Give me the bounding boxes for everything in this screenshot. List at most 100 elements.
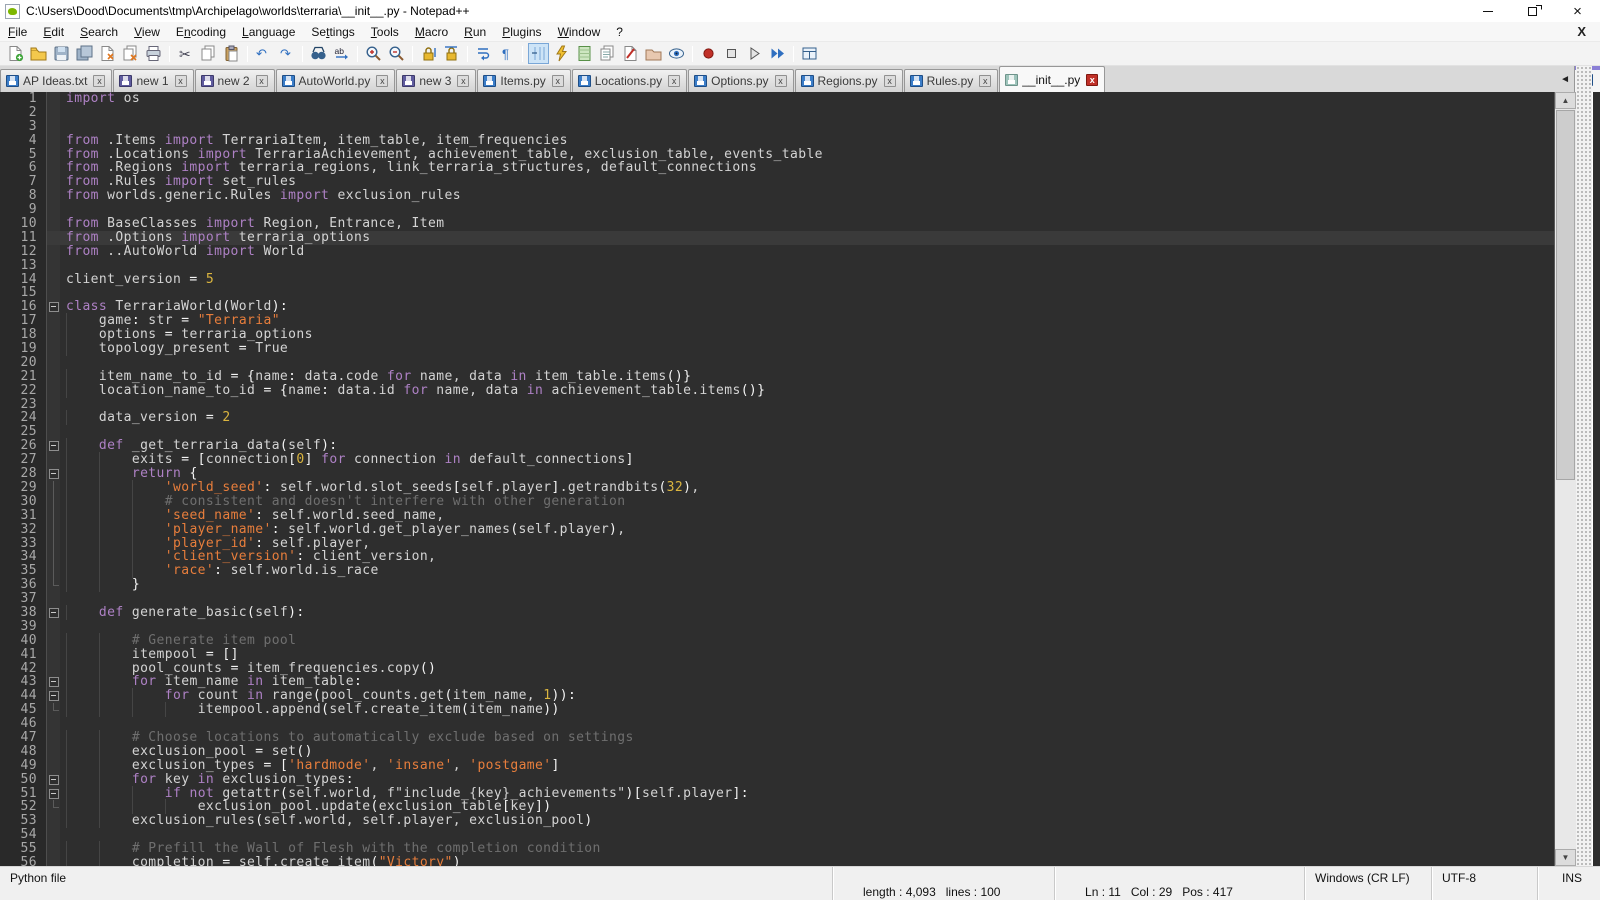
show-all-characters-icon[interactable]: ¶ — [496, 43, 517, 64]
vertical-scrollbar[interactable]: ▲ ▼ — [1554, 92, 1576, 866]
replace-icon[interactable]: ab — [331, 43, 352, 64]
menu-plugins[interactable]: Plugins — [494, 23, 549, 41]
tab-label: Locations.py — [595, 74, 662, 88]
macro-play-icon[interactable] — [744, 43, 765, 64]
code-text: # Generate item pool — [60, 634, 1554, 648]
open-file-icon[interactable] — [28, 43, 49, 64]
tab-new-3[interactable]: new 3x — [396, 69, 476, 92]
toolbar-separator — [357, 46, 358, 62]
close-icon[interactable] — [97, 43, 118, 64]
scroll-down-arrow[interactable]: ▼ — [1555, 849, 1576, 866]
tab-locations-py[interactable]: Locations.py x — [572, 69, 687, 92]
tab-close-icon[interactable]: x — [552, 75, 564, 87]
tab-close-icon[interactable]: x — [256, 75, 268, 87]
code-line: 5from .Locations import TerrariaAchievem… — [0, 148, 1554, 162]
code-line: 38 def generate_basic(self): — [0, 606, 1554, 620]
sync-scroll-horizontal-icon[interactable] — [441, 43, 462, 64]
fold-margin — [46, 342, 60, 356]
tab-close-icon[interactable]: x — [884, 75, 896, 87]
tab-ap-ideas-txt[interactable]: AP Ideas.txtx — [0, 69, 112, 92]
tab-close-icon[interactable]: x — [457, 75, 469, 87]
zoom-out-icon[interactable] — [386, 43, 407, 64]
close-all-icon[interactable] — [120, 43, 141, 64]
fold-collapse-icon[interactable] — [46, 787, 60, 801]
fold-collapse-icon[interactable] — [46, 689, 60, 703]
undo-icon[interactable]: ↶ — [253, 43, 274, 64]
status-eol-format[interactable]: Windows (CR LF) — [1305, 867, 1432, 900]
cut-icon[interactable]: ✂ — [175, 43, 196, 64]
menu-search[interactable]: Search — [72, 23, 126, 41]
fold-collapse-icon[interactable] — [46, 467, 60, 481]
menu-language[interactable]: Language — [234, 23, 303, 41]
indent-guide-icon[interactable] — [528, 43, 549, 64]
copy-icon[interactable] — [198, 43, 219, 64]
print-icon[interactable] — [143, 43, 164, 64]
close-button[interactable]: × — [1555, 0, 1600, 22]
panel-close-x-icon[interactable]: X — [1577, 24, 1586, 39]
sync-scroll-vertical-icon[interactable] — [418, 43, 439, 64]
tab-scroll-left-arrow[interactable]: ◄ — [1556, 74, 1574, 85]
code-editor[interactable]: 1import os234from .Items import Terraria… — [0, 92, 1554, 866]
fold-collapse-icon[interactable] — [46, 773, 60, 787]
menu-tools[interactable]: Tools — [363, 23, 407, 41]
tab-close-icon[interactable]: x — [979, 75, 991, 87]
menu-[interactable]: ? — [608, 23, 631, 41]
paste-icon[interactable] — [221, 43, 242, 64]
status-insert-mode[interactable]: INS — [1538, 867, 1600, 900]
folder-workspace-icon[interactable] — [643, 43, 664, 64]
code-line: 42 pool_counts = item_frequencies.copy() — [0, 662, 1554, 676]
new-file-icon[interactable] — [5, 43, 26, 64]
macro-stop-icon[interactable] — [721, 43, 742, 64]
document-list-icon[interactable] — [597, 43, 618, 64]
tab-close-icon[interactable]: x — [668, 75, 680, 87]
code-line: 17 game: str = "Terraria" — [0, 314, 1554, 328]
tab-rules-py[interactable]: Rules.pyx — [904, 69, 999, 92]
monitoring-eye-icon[interactable] — [666, 43, 687, 64]
line-number: 34 — [0, 550, 46, 564]
maximize-button[interactable] — [1510, 0, 1555, 22]
fold-collapse-icon[interactable] — [46, 439, 60, 453]
tab--init-py[interactable]: __init__.pyx — [999, 66, 1105, 92]
tab-close-icon[interactable]: x — [1086, 74, 1098, 86]
document-map-icon[interactable] — [574, 43, 595, 64]
menu-view[interactable]: View — [126, 23, 168, 41]
scrollbar-thumb[interactable] — [1556, 110, 1575, 480]
fold-collapse-icon[interactable] — [46, 300, 60, 314]
tab-autoworld-py[interactable]: AutoWorld.pyx — [276, 69, 396, 92]
menu-run[interactable]: Run — [456, 23, 494, 41]
tab-regions-py[interactable]: Regions.pyx — [795, 69, 903, 92]
save-icon[interactable] — [51, 43, 72, 64]
menu-macro[interactable]: Macro — [407, 23, 456, 41]
menu-file[interactable]: File — [0, 23, 35, 41]
find-icon[interactable] — [308, 43, 329, 64]
tab-options-py[interactable]: Options.pyx — [688, 69, 793, 92]
macro-run-multiple-icon[interactable] — [767, 43, 788, 64]
save-all-icon[interactable] — [74, 43, 95, 64]
code-line: 36 } — [0, 578, 1554, 592]
function-list-icon[interactable] — [551, 43, 572, 64]
menu-encoding[interactable]: Encoding — [168, 23, 234, 41]
tab-new-2[interactable]: new 2x — [195, 69, 275, 92]
fold-collapse-icon[interactable] — [46, 675, 60, 689]
status-encoding[interactable]: UTF-8 — [1432, 867, 1538, 900]
zoom-in-icon[interactable] — [363, 43, 384, 64]
redo-icon[interactable]: ↷ — [276, 43, 297, 64]
macro-pen-icon[interactable] — [620, 43, 641, 64]
tab-new-1[interactable]: new 1x — [113, 69, 193, 92]
minimize-button[interactable] — [1465, 0, 1510, 22]
menu-settings[interactable]: Settings — [303, 23, 362, 41]
view-splitter[interactable] — [1576, 66, 1592, 866]
menu-edit[interactable]: Edit — [35, 23, 72, 41]
tab-close-icon[interactable]: x — [175, 75, 187, 87]
tab-close-icon[interactable]: x — [93, 75, 105, 87]
word-wrap-icon[interactable] — [473, 43, 494, 64]
macro-record-icon[interactable] — [698, 43, 719, 64]
fold-margin — [46, 620, 60, 634]
doc-switcher-icon[interactable] — [799, 43, 820, 64]
tab-close-icon[interactable]: x — [376, 75, 388, 87]
fold-collapse-icon[interactable] — [46, 606, 60, 620]
tab-items-py[interactable]: Items.pyx — [477, 69, 570, 92]
tab-close-icon[interactable]: x — [775, 75, 787, 87]
scroll-up-arrow[interactable]: ▲ — [1555, 92, 1576, 109]
menu-window[interactable]: Window — [550, 23, 609, 41]
